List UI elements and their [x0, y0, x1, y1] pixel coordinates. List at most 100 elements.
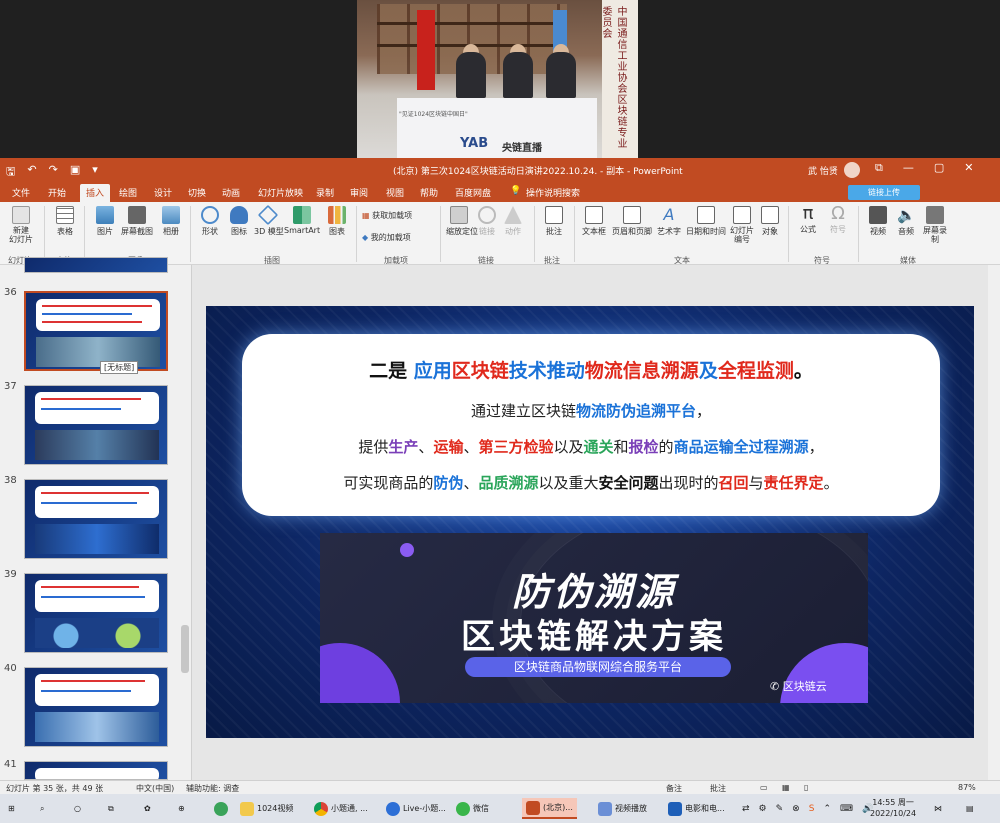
header-footer-button[interactable]: 页眉和页脚: [610, 206, 654, 237]
screen-record-button[interactable]: 屏幕录制: [922, 206, 948, 244]
tray-icon[interactable]: ✎: [776, 804, 784, 814]
tab-design[interactable]: 设计: [154, 186, 172, 199]
text-run: 出现时的: [658, 474, 719, 492]
slide-thumbnail[interactable]: [24, 573, 168, 653]
tab-transitions[interactable]: 切换: [188, 186, 206, 199]
chevron-up-icon[interactable]: ⌃: [823, 804, 831, 814]
taskbar-label: 小题通, ...: [331, 804, 368, 813]
tab-insert[interactable]: 插入: [80, 184, 111, 202]
maximize-icon[interactable]: ▢: [934, 161, 944, 175]
shapes-button[interactable]: 形状: [196, 206, 224, 237]
symbol-button[interactable]: Ω 符号: [826, 204, 850, 235]
object-button[interactable]: 对象: [758, 206, 782, 237]
clock[interactable]: 14:55 周一 2022/10/24: [870, 797, 916, 819]
notes-button[interactable]: 备注: [666, 783, 682, 794]
tab-draw[interactable]: 绘图: [119, 186, 137, 199]
user-name[interactable]: 武 怡贤: [808, 164, 838, 177]
normal-view-icon[interactable]: ▭: [760, 783, 768, 792]
video-button[interactable]: 视频: [866, 206, 890, 237]
tab-help[interactable]: 帮助: [420, 186, 438, 199]
ribbon-display-icon[interactable]: ⧉: [875, 161, 883, 175]
save-icon[interactable]: 🖫: [6, 163, 15, 182]
language-indicator[interactable]: 中文(中国): [136, 783, 174, 794]
icons-button[interactable]: 图标: [226, 206, 252, 237]
avatar[interactable]: [844, 162, 860, 178]
equation-button[interactable]: π 公式: [796, 204, 820, 235]
tab-view[interactable]: 视图: [386, 186, 404, 199]
tab-slideshow[interactable]: 幻灯片放映: [258, 186, 303, 199]
sogou-icon[interactable]: S: [809, 804, 815, 814]
promo-image[interactable]: 防伪溯源 区块链解决方案 区块链商品物联网综合服务平台 ✆ 区块链云: [320, 533, 868, 703]
link-button[interactable]: 链接: [476, 206, 498, 237]
undo-icon[interactable]: ↶: [27, 163, 36, 182]
app-icon[interactable]: ⋈: [934, 798, 942, 819]
screenshot-button[interactable]: 屏幕截图: [120, 206, 154, 237]
chart-button[interactable]: 图表: [324, 206, 350, 237]
slide-thumbnail-selected[interactable]: [24, 291, 168, 371]
cortana-icon[interactable]: ○: [74, 798, 81, 819]
network-icon[interactable]: ⌨: [840, 804, 853, 814]
minimize-icon[interactable]: —: [903, 161, 914, 175]
slide-thumbnail[interactable]: [24, 761, 168, 780]
search-icon[interactable]: ⌕: [40, 798, 44, 819]
slide-canvas[interactable]: 二是 应用区块链技术推动物流信息溯源及全程监测。 通过建立区块链物流防伪追溯平台…: [206, 306, 974, 738]
share-button[interactable]: 链接上传: [848, 185, 920, 200]
tab-home[interactable]: 开始: [48, 186, 66, 199]
tab-animations[interactable]: 动画: [222, 186, 240, 199]
zoom-level[interactable]: 87%: [958, 783, 976, 792]
app-icon[interactable]: ⊕: [178, 798, 185, 819]
notification-icon[interactable]: ▤: [966, 798, 974, 819]
taskbar-folder[interactable]: 1024视频: [240, 798, 293, 819]
taskbar-chrome[interactable]: 小题通, ...: [314, 798, 368, 819]
redo-icon[interactable]: ↷: [49, 163, 58, 182]
slide-thumbnail[interactable]: [24, 385, 168, 465]
task-view-icon[interactable]: ⧉: [108, 798, 114, 819]
slide-thumbnail[interactable]: [24, 479, 168, 559]
edge-icon[interactable]: [214, 798, 228, 819]
tray-icon[interactable]: ⚙: [759, 804, 767, 814]
taskbar-movies[interactable]: 电影和电...: [668, 798, 725, 819]
smartart-button[interactable]: SmartArt: [284, 206, 320, 235]
table-button[interactable]: 表格: [52, 206, 78, 237]
zoom-button[interactable]: 缩放定位: [446, 206, 478, 237]
tray-icon[interactable]: ⊗: [792, 804, 800, 814]
album-button[interactable]: 相册: [158, 206, 184, 237]
tray-icon[interactable]: ⇄: [742, 804, 750, 814]
action-button[interactable]: 动作: [502, 206, 524, 237]
new-slide-button[interactable]: 新建 幻灯片: [6, 206, 36, 244]
slide-thumbnail-pane[interactable]: 36 [无标题] 37 38 39 40 41: [0, 257, 192, 780]
get-addins-button[interactable]: ▦ 获取加载项: [362, 210, 412, 221]
my-addins-button[interactable]: ◆ 我的加载项: [362, 232, 411, 243]
datetime-button[interactable]: 日期和时间: [686, 206, 726, 237]
thumbnail-scrollbar[interactable]: [181, 625, 189, 673]
textbox-button[interactable]: 文本框: [580, 206, 608, 237]
wordart-button[interactable]: A 艺术字: [654, 206, 684, 237]
sorter-view-icon[interactable]: ▦: [782, 783, 790, 792]
slide-number-button[interactable]: 幻灯片编号: [728, 206, 756, 244]
taskbar-powerpoint[interactable]: (北京)...: [522, 798, 577, 819]
text-card[interactable]: 二是 应用区块链技术推动物流信息溯源及全程监测。 通过建立区块链物流防伪追溯平台…: [242, 334, 940, 516]
start-icon[interactable]: ⊞: [8, 798, 15, 819]
slide-thumbnail[interactable]: [24, 257, 168, 273]
comments-button[interactable]: 批注: [710, 783, 726, 794]
comment-button[interactable]: 批注: [542, 206, 566, 237]
tab-record[interactable]: 录制: [316, 186, 334, 199]
picture-button[interactable]: 图片: [92, 206, 118, 237]
taskbar-live[interactable]: Live-小题...: [386, 798, 446, 819]
close-icon[interactable]: ✕: [964, 161, 973, 175]
tell-me-search[interactable]: 操作说明搜索: [526, 186, 580, 199]
audio-button[interactable]: 🔈 音频: [894, 206, 918, 237]
tab-baidu[interactable]: 百度网盘: [455, 186, 491, 199]
taskbar-wechat[interactable]: 微信: [456, 798, 489, 819]
3d-model-button[interactable]: 3D 模型: [254, 204, 284, 237]
slide-scrollbar[interactable]: [988, 265, 1000, 780]
app-icon[interactable]: ✿: [144, 798, 151, 819]
tab-review[interactable]: 审阅: [350, 186, 368, 199]
taskbar-video-player[interactable]: 视频播放: [598, 798, 647, 819]
customize-icon[interactable]: ▾: [92, 163, 98, 182]
slide-thumbnail[interactable]: [24, 667, 168, 747]
reading-view-icon[interactable]: ▯: [804, 783, 808, 792]
slideshow-icon[interactable]: ▣: [70, 163, 80, 182]
accessibility-status[interactable]: 辅助功能: 调查: [186, 783, 239, 794]
tab-file[interactable]: 文件: [12, 186, 30, 199]
